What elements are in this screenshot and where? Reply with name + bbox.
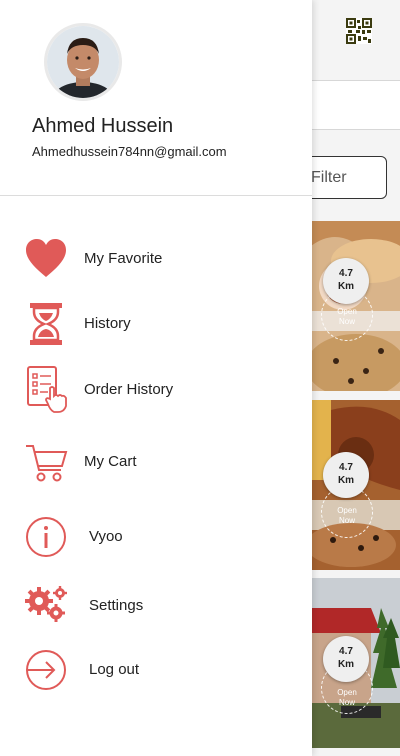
menu-item-order-history[interactable]: Order History xyxy=(0,362,312,418)
open-status-line2: Now xyxy=(338,317,355,326)
open-status-line1: Open xyxy=(337,307,357,316)
menu-item-label: Log out xyxy=(89,661,140,678)
restaurant-card[interactable]: 4.7 Km Open Now xyxy=(311,578,400,748)
restaurant-card[interactable]: 4.7 Km Open Now xyxy=(311,400,400,570)
avatar[interactable] xyxy=(44,23,122,101)
qr-code-icon[interactable] xyxy=(346,18,372,44)
distance-value: 4.7 xyxy=(339,462,353,473)
menu-item-settings[interactable]: Settings xyxy=(0,578,312,634)
distance-unit: Km xyxy=(337,475,355,486)
open-status-line1: Open xyxy=(337,688,357,697)
heart-icon xyxy=(26,239,66,277)
distance-unit: Km xyxy=(337,659,355,670)
open-status: Open Now xyxy=(321,307,373,327)
menu-item-log-out[interactable]: Log out xyxy=(0,642,312,698)
menu-item-label: My Favorite xyxy=(84,250,163,267)
filter-button-label: Filter xyxy=(311,169,347,186)
open-status-line2: Now xyxy=(338,698,355,707)
order-list-icon xyxy=(27,366,67,413)
menu-item-label: History xyxy=(84,315,131,332)
logout-icon xyxy=(26,650,66,690)
user-email: Ahmedhussein784nn@gmail.com xyxy=(32,144,227,159)
menu-item-my-favorite[interactable]: My Favorite xyxy=(0,231,312,287)
gears-icon xyxy=(25,586,67,622)
hourglass-icon xyxy=(30,303,62,345)
open-status-line1: Open xyxy=(337,506,357,515)
distance-badge: 4.7 Km xyxy=(323,258,369,304)
menu-item-vyoo[interactable]: Vyoo xyxy=(0,509,312,565)
navigation-drawer: Ahmed Hussein Ahmedhussein784nn@gmail.co… xyxy=(0,0,312,756)
user-name: Ahmed Hussein xyxy=(32,115,174,137)
distance-value: 4.7 xyxy=(339,646,353,657)
search-input[interactable] xyxy=(300,80,400,130)
divider xyxy=(0,195,312,196)
menu-item-label: Order History xyxy=(84,381,174,398)
distance-badge: 4.7 Km xyxy=(323,636,369,682)
menu-item-my-cart[interactable]: My Cart xyxy=(0,434,312,490)
open-status-line2: Now xyxy=(338,516,355,525)
distance-unit: Km xyxy=(337,281,355,292)
open-status: Open Now xyxy=(321,688,373,708)
distance-badge: 4.7 Km xyxy=(323,452,369,498)
menu-item-label: Vyoo xyxy=(89,528,123,545)
menu-item-history[interactable]: History xyxy=(0,296,312,352)
cart-icon xyxy=(26,445,68,482)
menu-item-label: My Cart xyxy=(84,453,137,470)
info-icon xyxy=(26,517,66,557)
distance-value: 4.7 xyxy=(339,268,353,279)
profile-photo xyxy=(47,26,119,98)
open-status: Open Now xyxy=(321,506,373,526)
menu-item-label: Settings xyxy=(89,597,144,614)
restaurant-card[interactable]: 4.7 Km Open Now xyxy=(311,221,400,391)
